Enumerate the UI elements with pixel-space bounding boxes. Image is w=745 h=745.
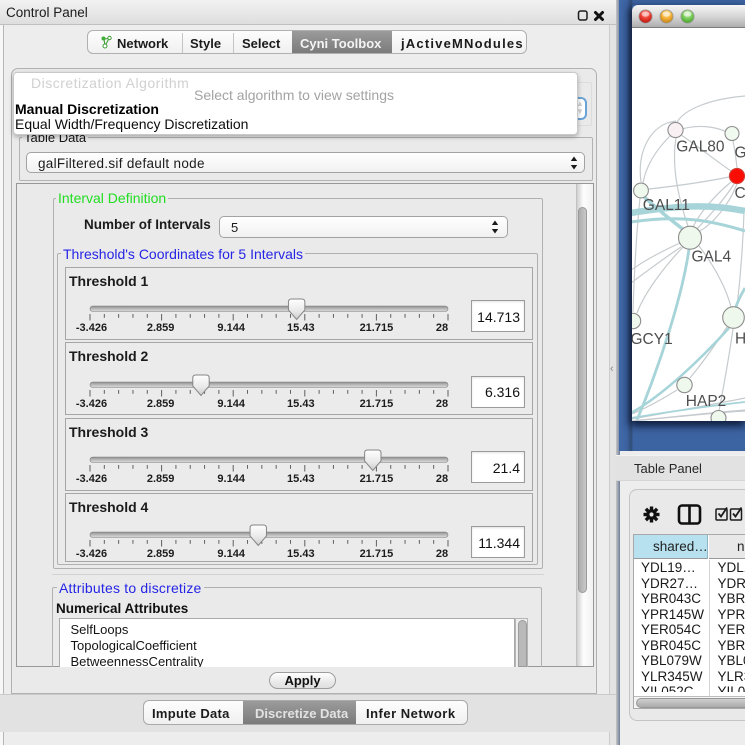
svg-text:21.715: 21.715: [360, 548, 394, 560]
svg-text:9.144: 9.144: [217, 322, 245, 334]
svg-text:-3.426: -3.426: [76, 473, 107, 485]
svg-text:15.43: 15.43: [287, 473, 315, 485]
svg-text:9.144: 9.144: [217, 473, 245, 485]
svg-text:GAL4: GAL4: [692, 249, 732, 266]
svg-text:28: 28: [436, 548, 448, 560]
svg-text:-3.426: -3.426: [76, 398, 107, 410]
svg-text:HAP2: HAP2: [686, 393, 727, 410]
svg-text:21.715: 21.715: [360, 398, 394, 410]
svg-text:21.715: 21.715: [360, 473, 394, 485]
svg-text:9.144: 9.144: [217, 398, 245, 410]
svg-text:2.859: 2.859: [147, 473, 175, 485]
svg-text:GAL11: GAL11: [643, 197, 690, 214]
svg-text:28: 28: [436, 322, 448, 334]
svg-text:15.43: 15.43: [287, 322, 315, 334]
svg-text:28: 28: [436, 398, 448, 410]
svg-text:H: H: [735, 331, 745, 348]
svg-text:-3.426: -3.426: [76, 322, 107, 334]
svg-text:15.43: 15.43: [287, 398, 315, 410]
svg-text:2.859: 2.859: [147, 398, 175, 410]
svg-text:CY: CY: [735, 185, 745, 202]
svg-text:28: 28: [436, 473, 448, 485]
svg-text:GCY1: GCY1: [632, 331, 673, 348]
svg-text:21.715: 21.715: [360, 322, 394, 334]
svg-text:15.43: 15.43: [287, 548, 315, 560]
svg-text:-3.426: -3.426: [76, 548, 107, 560]
svg-text:2.859: 2.859: [147, 548, 175, 560]
svg-text:GAL80: GAL80: [676, 139, 725, 156]
svg-text:GA: GA: [735, 145, 745, 162]
svg-text:2.859: 2.859: [147, 322, 175, 334]
svg-text:9.144: 9.144: [217, 548, 245, 560]
